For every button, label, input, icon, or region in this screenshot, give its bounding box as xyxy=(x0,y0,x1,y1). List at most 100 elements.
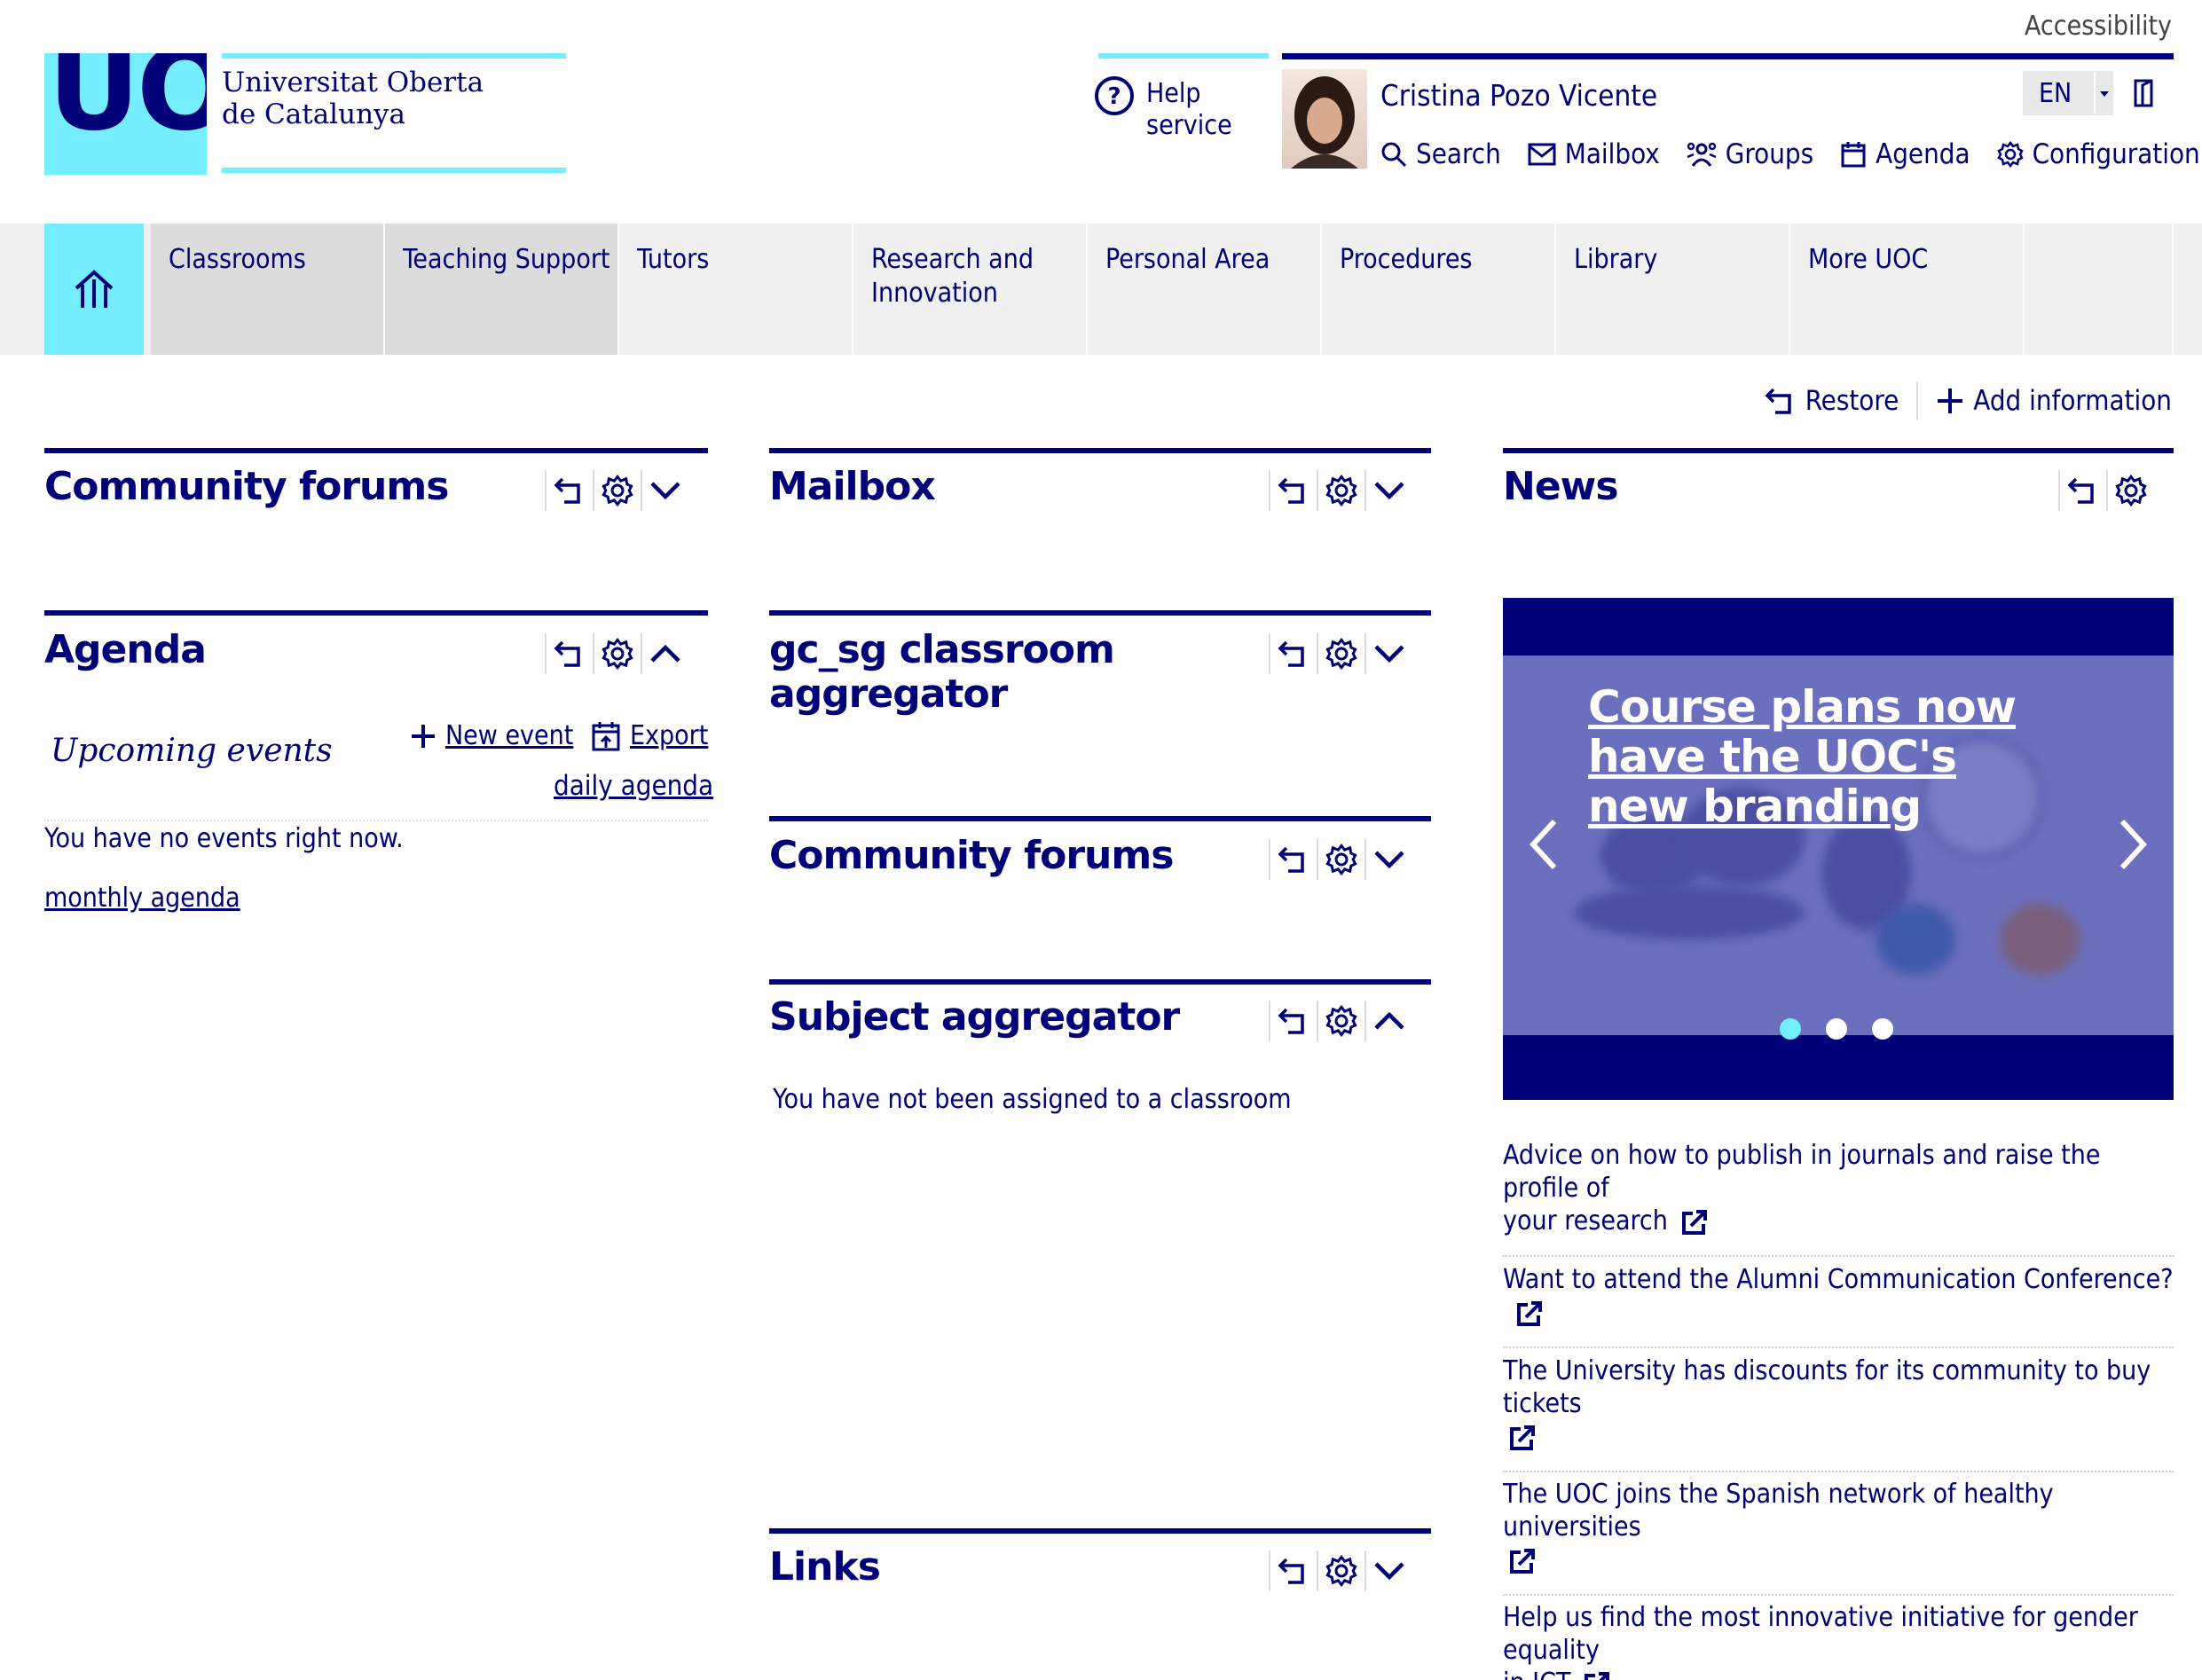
mailbox-link[interactable]: Mailbox xyxy=(1528,138,1660,170)
undo-icon[interactable] xyxy=(1278,639,1309,669)
control-separator xyxy=(1317,633,1318,674)
mail-icon xyxy=(1528,143,1556,166)
widget-title-news: News xyxy=(1503,464,1619,509)
chevron-down-icon[interactable] xyxy=(1373,849,1405,870)
carousel-dot-1[interactable] xyxy=(1780,1018,1801,1040)
groups-icon xyxy=(1687,141,1717,168)
home-button[interactable] xyxy=(44,224,144,355)
widget-divider xyxy=(44,610,708,616)
widget-controls xyxy=(538,632,681,676)
monthly-agenda-link[interactable]: monthly agenda xyxy=(44,883,240,914)
gear-icon[interactable] xyxy=(1325,475,1357,506)
chevron-right-icon[interactable] xyxy=(2117,818,2149,871)
plus-icon xyxy=(1936,387,1964,415)
chevron-down-icon[interactable] xyxy=(649,480,681,501)
external-link-icon xyxy=(1508,1547,1537,1575)
undo-icon[interactable] xyxy=(554,475,586,506)
chevron-down-icon[interactable] xyxy=(1373,643,1405,664)
calendar-export-icon xyxy=(591,721,621,751)
widget-controls xyxy=(1262,837,1405,882)
nav-more-uoc[interactable]: More UOC xyxy=(1790,224,2025,355)
external-link-icon xyxy=(1515,1299,1544,1328)
gear-icon[interactable] xyxy=(1325,1555,1357,1587)
undo-icon[interactable] xyxy=(554,639,586,669)
svg-text:?: ? xyxy=(1107,83,1121,110)
gear-icon[interactable] xyxy=(1325,844,1357,875)
news-item[interactable]: Help us find the most innovative initiat… xyxy=(1503,1601,2174,1680)
nav-library[interactable]: Library xyxy=(1556,224,1790,355)
undo-icon[interactable] xyxy=(1278,1006,1309,1036)
widget-title-agenda: Agenda xyxy=(44,627,207,672)
news-item[interactable]: Want to attend the Alumni Communication … xyxy=(1503,1263,2174,1348)
undo-icon[interactable] xyxy=(2067,475,2099,506)
nav-procedures[interactable]: Procedures xyxy=(1322,224,1556,355)
add-information-button[interactable]: Add information xyxy=(1936,385,2172,417)
nav-research[interactable]: Research and Innovation xyxy=(853,224,1088,355)
carousel-dot-3[interactable] xyxy=(1872,1018,1893,1040)
carousel-slide-title[interactable]: Course plans now have the UOC's new bran… xyxy=(1588,682,2049,831)
university-name: Universitat Oberta de Catalunya xyxy=(222,67,484,130)
widget-divider xyxy=(769,610,1431,616)
help-service-link[interactable]: Help service xyxy=(1146,78,1232,142)
chevron-down-icon[interactable] xyxy=(1373,1560,1405,1582)
news-item[interactable]: The UOC joins the Spanish network of hea… xyxy=(1503,1478,2174,1596)
user-divider xyxy=(1282,53,2174,59)
control-separator xyxy=(1364,1001,1366,1041)
gear-icon[interactable] xyxy=(1325,1005,1357,1037)
undo-icon[interactable] xyxy=(1278,475,1309,506)
nav-classrooms[interactable]: Classrooms xyxy=(151,224,385,355)
chevron-down-icon[interactable] xyxy=(2094,73,2112,114)
widget-controls xyxy=(1262,632,1405,676)
news-carousel: Course plans now have the UOC's new bran… xyxy=(1503,598,2174,1100)
search-icon xyxy=(1380,141,1407,168)
gear-icon[interactable] xyxy=(602,475,633,506)
gear-icon[interactable] xyxy=(1325,638,1357,670)
widget-controls xyxy=(1262,999,1405,1043)
accessibility-link[interactable]: Accessibility xyxy=(2025,11,2172,42)
avatar[interactable] xyxy=(1282,69,1367,169)
news-item[interactable]: Advice on how to publish in journals and… xyxy=(1503,1139,2174,1257)
undo-icon[interactable] xyxy=(1278,844,1309,875)
help-icon[interactable]: ? xyxy=(1093,75,1136,117)
gear-icon[interactable] xyxy=(602,638,633,670)
nav-tutors[interactable]: Tutors xyxy=(619,224,853,355)
restore-button[interactable]: Restore xyxy=(1765,385,1899,417)
widget-divider xyxy=(44,448,708,453)
carousel-dot-2[interactable] xyxy=(1826,1018,1847,1040)
control-separator xyxy=(545,633,547,674)
no-classroom-text: You have not been assigned to a classroo… xyxy=(773,1084,1292,1115)
widget-divider xyxy=(769,1528,1431,1534)
control-separator xyxy=(1317,1550,1318,1591)
chevron-left-icon[interactable] xyxy=(1528,818,1560,871)
daily-agenda-link[interactable]: daily agenda xyxy=(554,770,713,802)
agenda-link[interactable]: Agenda xyxy=(1840,138,1970,170)
control-separator xyxy=(545,470,547,511)
chevron-up-icon[interactable] xyxy=(649,643,681,664)
chevron-down-icon[interactable] xyxy=(1373,480,1405,501)
export-link[interactable]: Export xyxy=(591,720,708,751)
gear-icon[interactable] xyxy=(2115,475,2147,506)
control-separator xyxy=(1269,1001,1270,1041)
uoc-logo[interactable]: UOC xyxy=(44,53,207,175)
control-separator xyxy=(1364,633,1366,674)
control-separator xyxy=(1364,839,1366,880)
user-name[interactable]: Cristina Pozo Vicente xyxy=(1380,78,1657,113)
widget-title-links: Links xyxy=(769,1544,881,1590)
carousel-slide-image[interactable]: Course plans now have the UOC's new bran… xyxy=(1503,656,2174,1035)
chevron-up-icon[interactable] xyxy=(1373,1010,1405,1032)
groups-link[interactable]: Groups xyxy=(1687,138,1813,170)
configuration-link[interactable]: Configuration xyxy=(1996,138,2200,170)
new-event-link[interactable]: New event xyxy=(410,720,573,751)
external-link-icon xyxy=(1583,1670,1611,1680)
news-item[interactable]: The University has discounts for its com… xyxy=(1503,1354,2174,1472)
widget-divider xyxy=(769,979,1431,985)
widget-controls xyxy=(1262,468,1405,513)
search-link[interactable]: Search xyxy=(1380,138,1501,170)
gear-icon xyxy=(1996,141,2024,168)
nav-personal-area[interactable]: Personal Area xyxy=(1088,224,1322,355)
widget-controls xyxy=(1262,1549,1405,1593)
widget-title-classroom-aggregator: gc_sg classroom aggregator xyxy=(769,627,1115,717)
nav-teaching-support[interactable]: Teaching Support xyxy=(385,224,619,355)
logout-icon[interactable] xyxy=(2132,78,2159,108)
undo-icon[interactable] xyxy=(1278,1556,1309,1586)
